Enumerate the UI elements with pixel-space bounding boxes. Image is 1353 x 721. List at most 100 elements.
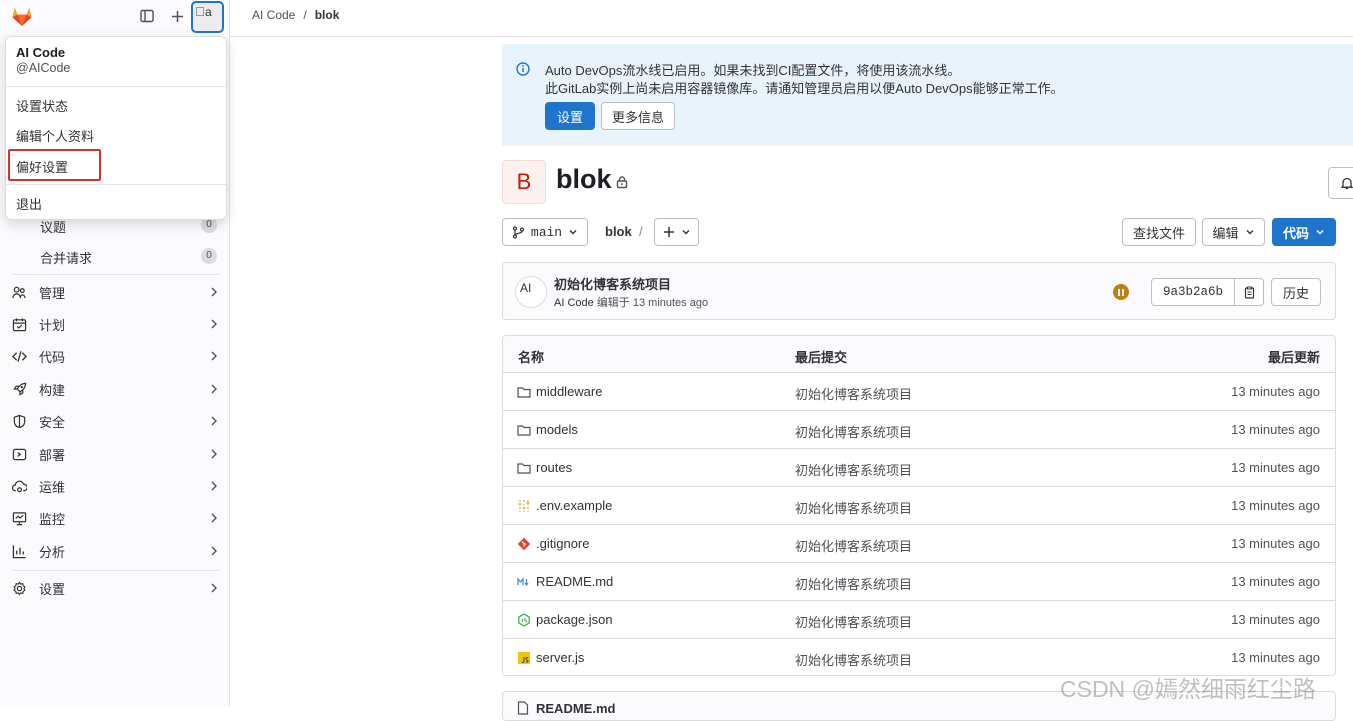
chevron-down-icon [1316,230,1324,235]
folder-icon [517,463,531,474]
rocket-icon [13,382,27,396]
nav-build[interactable]: 构建 [12,377,220,401]
info-icon [516,62,530,76]
nav-divider [12,274,220,275]
copy-sha-button[interactable] [1234,278,1264,306]
commit-author[interactable]: AI Code [554,297,594,309]
table-row[interactable]: .gitignore 初始化博客系统项目 13 minutes ago [503,525,1335,563]
nav-settings[interactable]: 设置 [12,576,220,600]
history-button[interactable]: 历史 [1271,278,1321,306]
nav-secure[interactable]: 安全 [12,409,220,433]
user-avatar-button[interactable]: a [191,1,224,33]
merge-requests-count-badge: 0 [201,248,217,264]
edit-profile-menu-item[interactable]: 编辑个人资料 [16,126,94,145]
file-last-commit[interactable]: 初始化博客系统项目 [795,384,912,403]
user-menu-handle[interactable]: @AICode [16,61,70,75]
nav-operate[interactable]: 运维 [12,474,220,498]
file-name[interactable]: README.md [536,574,613,589]
edit-button-label: 编辑 [1212,225,1239,241]
gitlab-logo-icon[interactable] [10,4,34,28]
file-last-commit[interactable]: 初始化博客系统项目 [795,460,912,479]
commit-meta: AI Code 编辑于 13 minutes ago [554,294,708,310]
table-header: 名称 最后提交 最后更新 [503,336,1335,373]
code-button[interactable]: 代码 [1272,218,1336,246]
sidebar-top: a [0,0,230,34]
pipeline-status-icon[interactable] [1113,284,1129,300]
table-row[interactable]: models 初始化博客系统项目 13 minutes ago [503,411,1335,449]
folder-icon [517,425,531,436]
repo-path[interactable]: blok [605,224,632,239]
project-title: blok [556,164,612,194]
breadcrumb-group[interactable]: AI Code [252,8,295,22]
last-commit-box: AI 初始化博客系统项目 AI Code 编辑于 13 minutes ago … [502,262,1336,320]
commit-title[interactable]: 初始化博客系统项目 [554,274,671,293]
monitor-icon [12,511,27,525]
table-row[interactable]: middleware 初始化博客系统项目 13 minutes ago [503,373,1335,411]
file-last-commit[interactable]: 初始化博客系统项目 [795,574,912,593]
chevron-down-icon [569,230,577,235]
alert-more-info-button[interactable]: 更多信息 [601,102,675,130]
breadcrumb: AI Code / blok [252,8,339,22]
toggle-sidebar-button[interactable] [136,5,158,27]
nav-merge-requests-label: 合并请求 [40,251,93,266]
file-name[interactable]: models [536,422,578,437]
sign-out-menu-item[interactable]: 退出 [16,194,42,213]
chevron-right-icon [211,287,217,297]
edit-button[interactable]: 编辑 [1202,218,1265,246]
user-menu-dropdown: AI Code @AICode 设置状态 编辑个人资料 偏好设置 退出 [5,36,227,220]
set-status-menu-item[interactable]: 设置状态 [16,96,68,115]
nav-manage[interactable]: 管理 [12,280,220,304]
table-row[interactable]: package.json 初始化博客系统项目 13 minutes ago [503,601,1335,639]
file-name[interactable]: package.json [536,612,613,627]
file-last-commit[interactable]: 初始化博客系统项目 [795,422,912,441]
file-last-update: 13 minutes ago [1231,460,1320,475]
nav-merge-requests[interactable]: 合并请求 [40,248,92,267]
avatar-broken-image-icon [196,7,204,16]
preferences-menu-item[interactable]: 偏好设置 [16,157,68,176]
notifications-button[interactable] [1328,167,1353,199]
file-name[interactable]: routes [536,460,572,475]
readme-title[interactable]: README.md [536,701,615,716]
table-row[interactable]: README.md 初始化博客系统项目 13 minutes ago [503,563,1335,601]
create-new-button[interactable] [166,5,188,27]
find-file-button[interactable]: 查找文件 [1122,218,1196,246]
branch-selector[interactable]: main [502,218,588,246]
file-last-update: 13 minutes ago [1231,498,1320,513]
file-last-commit[interactable]: 初始化博客系统项目 [795,650,912,669]
alert-settings-button[interactable]: 设置 [545,102,595,130]
file-last-commit[interactable]: 初始化博客系统项目 [795,498,912,517]
add-to-tree-button[interactable] [654,218,699,246]
file-name[interactable]: middleware [536,384,602,399]
chevron-right-icon [211,449,217,459]
repo-path-separator: / [639,224,643,239]
table-row[interactable]: routes 初始化博客系统项目 13 minutes ago [503,449,1335,487]
nav-secure-label: 安全 [39,414,66,430]
file-last-commit[interactable]: 初始化博客系统项目 [795,612,912,631]
file-last-update: 13 minutes ago [1231,650,1320,665]
chevron-right-icon [211,583,217,593]
user-menu-divider [6,184,226,185]
file-name[interactable]: .gitignore [536,536,589,551]
alert-line-1: Auto DevOps流水线已启用。如果未找到CI配置文件，将使用该流水线。 [545,63,961,78]
nav-plan-label: 计划 [39,317,66,333]
file-name[interactable]: .env.example [536,498,612,513]
col-last-commit-header: 最后提交 [795,350,848,365]
nav-analyze[interactable]: 分析 [12,539,220,563]
nav-plan[interactable]: 计划 [12,312,220,336]
chevron-right-icon [211,351,217,361]
file-last-commit[interactable]: 初始化博客系统项目 [795,536,912,555]
commit-sha[interactable]: 9a3b2a6b [1151,278,1235,306]
branch-icon [512,225,524,239]
nav-monitor[interactable]: 监控 [12,506,220,530]
user-menu-name[interactable]: AI Code [16,45,65,60]
chevron-right-icon [211,481,217,491]
commit-author-avatar[interactable]: AI [515,276,547,308]
nav-deploy[interactable]: 部署 [12,442,220,466]
nav-code[interactable]: 代码 [12,344,220,368]
file-name[interactable]: server.js [536,650,584,665]
plus-icon [663,227,674,237]
breadcrumb-project[interactable]: blok [315,8,340,22]
table-row[interactable]: .env.example 初始化博客系统项目 13 minutes ago [503,487,1335,525]
env-file-icon [518,500,530,512]
markdown-icon [517,577,529,586]
